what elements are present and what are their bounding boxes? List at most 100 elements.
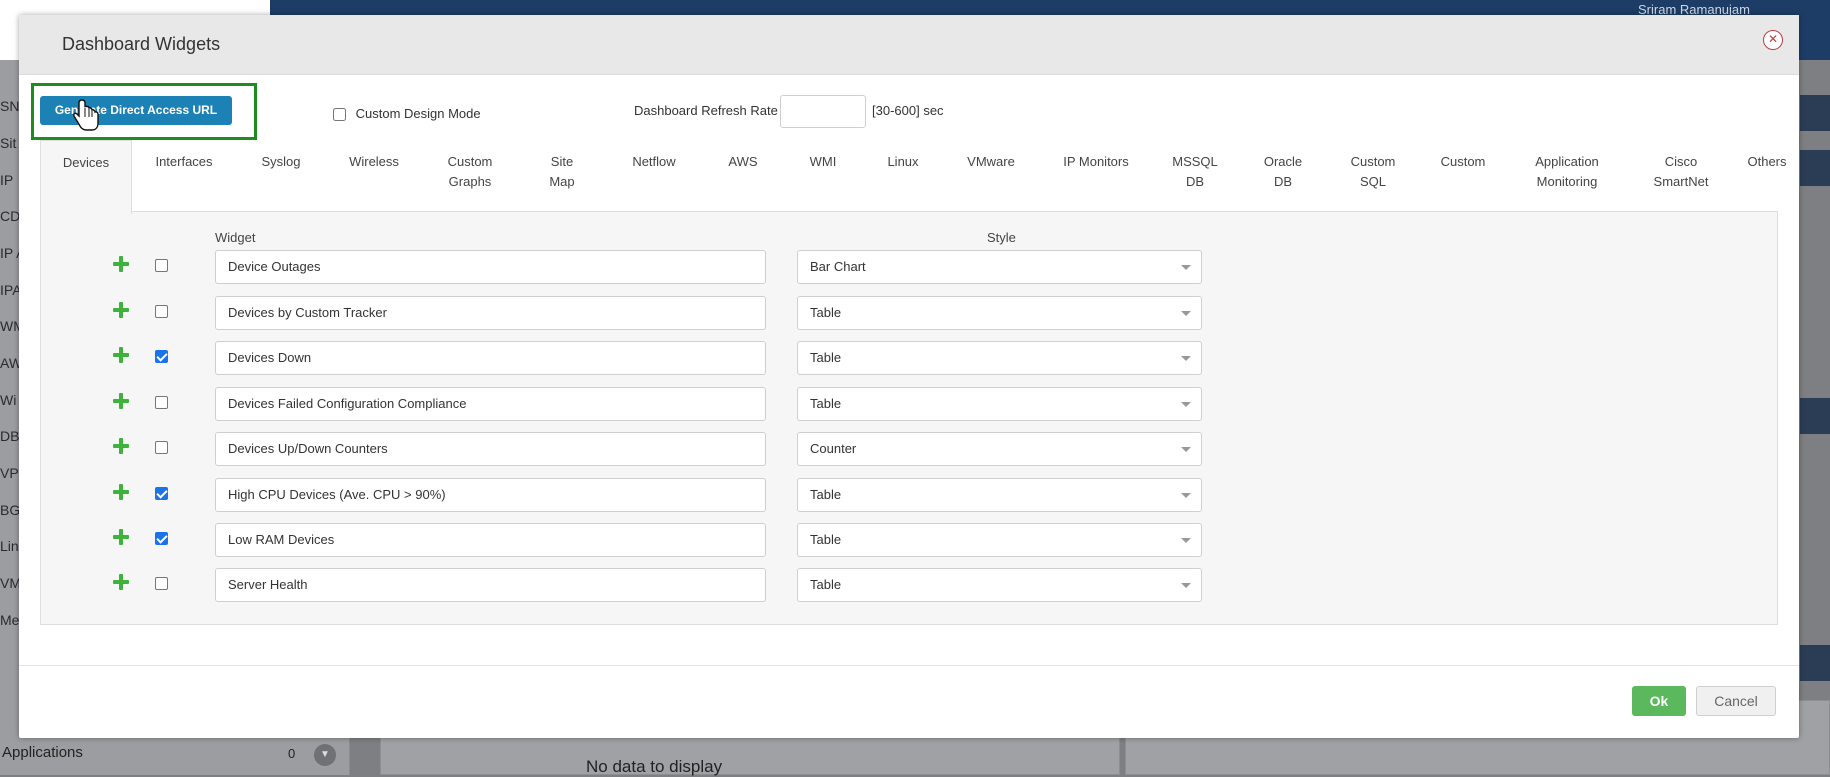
cancel-button[interactable]: Cancel <box>1696 686 1776 716</box>
widget-row: High CPU Devices (Ave. CPU > 90%) Table <box>41 478 1777 512</box>
widget-checkbox[interactable] <box>155 532 168 545</box>
generate-direct-access-url-button[interactable]: Generate Direct Access URL <box>40 96 232 125</box>
widget-style-select[interactable]: Table <box>797 341 1202 375</box>
widgets-panel: Widget Style Device Outages Bar Chart Devi… <box>40 211 1778 625</box>
sidebar-item: VM <box>0 575 21 591</box>
widget-row: Devices Failed Configuration Compliance T… <box>41 387 1777 421</box>
add-widget-icon[interactable] <box>113 302 129 318</box>
widget-row: Devices by Custom Tracker Table <box>41 296 1777 330</box>
chevron-down-icon <box>1181 538 1191 543</box>
sidebar-item: CD <box>0 208 21 224</box>
tab-custom-graphs[interactable]: Custom Graphs <box>422 140 518 212</box>
sidebar-item-applications: Applications 0 ▼ <box>0 740 340 770</box>
add-widget-icon[interactable] <box>113 393 129 409</box>
widget-column-header: Widget <box>215 230 256 245</box>
add-widget-icon[interactable] <box>113 529 129 545</box>
widget-style-select[interactable]: Table <box>797 387 1202 421</box>
widget-name-field[interactable]: Low RAM Devices <box>215 523 766 557</box>
widget-row: Devices Down Table <box>41 341 1777 375</box>
background-strip <box>1800 645 1830 681</box>
widget-style-select[interactable]: Table <box>797 478 1202 512</box>
custom-design-mode[interactable]: Custom Design Mode <box>329 105 481 124</box>
widget-style-select[interactable]: Table <box>797 523 1202 557</box>
widget-style-select[interactable]: Bar Chart <box>797 250 1202 284</box>
chevron-down-icon <box>1181 265 1191 270</box>
sidebar-item: SN <box>0 98 20 114</box>
background-strip <box>1800 398 1830 434</box>
widget-row: Low RAM Devices Table <box>41 523 1777 557</box>
applications-label: Applications <box>2 744 83 761</box>
widget-checkbox[interactable] <box>155 441 168 454</box>
tab-ip-monitors[interactable]: IP Monitors <box>1040 140 1152 212</box>
tab-others[interactable]: Others <box>1735 140 1799 212</box>
tab-aws[interactable]: AWS <box>703 140 783 212</box>
widget-name-field[interactable]: Devices Up/Down Counters <box>215 432 766 466</box>
tab-mssql-db[interactable]: MSSQL DB <box>1153 140 1237 212</box>
chevron-down-icon <box>1181 447 1191 452</box>
modal-header: Dashboard Widgets ✕ <box>19 15 1799 75</box>
sidebar-item: DB <box>0 428 20 444</box>
tab-site-map[interactable]: Site Map <box>519 140 605 212</box>
sidebar-item: Sit <box>0 135 17 151</box>
tab-interfaces[interactable]: Interfaces <box>134 140 234 212</box>
widget-checkbox[interactable] <box>155 487 168 500</box>
sidebar-item: IP <box>0 172 14 188</box>
widget-style-value: Table <box>810 305 842 320</box>
widget-style-select[interactable]: Table <box>797 568 1202 602</box>
widget-style-value: Table <box>810 350 842 365</box>
widget-style-value: Bar Chart <box>810 259 866 274</box>
widget-row: Device Outages Bar Chart <box>41 250 1777 284</box>
widget-checkbox[interactable] <box>155 305 168 318</box>
tab-application-monitoring[interactable]: Application Monitoring <box>1508 140 1626 212</box>
sidebar-item: BG <box>0 502 21 518</box>
add-widget-icon[interactable] <box>113 347 129 363</box>
widget-name-field[interactable]: Devices by Custom Tracker <box>215 296 766 330</box>
refresh-rate-hint: [30-600] sec <box>872 103 944 118</box>
close-icon[interactable]: ✕ <box>1763 30 1783 50</box>
tab-netflow[interactable]: Netflow <box>606 140 702 212</box>
tab-devices[interactable]: Devices <box>40 140 132 214</box>
widget-checkbox[interactable] <box>155 259 168 272</box>
widget-name-field[interactable]: Devices Failed Configuration Compliance <box>215 387 766 421</box>
widget-style-value: Table <box>810 487 842 502</box>
widget-checkbox[interactable] <box>155 396 168 409</box>
tab-syslog[interactable]: Syslog <box>236 140 326 212</box>
widget-name-field[interactable]: High CPU Devices (Ave. CPU > 90%) <box>215 478 766 512</box>
tab-vmware[interactable]: VMware <box>944 140 1038 212</box>
sidebar-item: Me <box>0 612 20 628</box>
custom-design-mode-label: Custom Design Mode <box>355 105 481 121</box>
tab-wireless[interactable]: Wireless <box>328 140 420 212</box>
widget-style-value: Table <box>810 577 842 592</box>
tab-custom[interactable]: Custom <box>1420 140 1506 212</box>
custom-design-mode-checkbox[interactable] <box>333 108 346 121</box>
chevron-down-icon <box>1181 493 1191 498</box>
chevron-down-icon <box>1181 583 1191 588</box>
widget-name-field[interactable]: Devices Down <box>215 341 766 375</box>
add-widget-icon[interactable] <box>113 484 129 500</box>
widget-style-value: Counter <box>810 441 857 456</box>
widget-tabs: Devices Interfaces Syslog Wireless Custom Gr… <box>40 140 1787 214</box>
tab-oracle-db[interactable]: Oracle DB <box>1240 140 1326 212</box>
widget-style-select[interactable]: Counter <box>797 432 1202 466</box>
tab-cisco-smartnet[interactable]: Cisco SmartNet <box>1628 140 1734 212</box>
widget-style-select[interactable]: Table <box>797 296 1202 330</box>
refresh-rate-input[interactable] <box>780 95 866 128</box>
add-widget-icon[interactable] <box>113 438 129 454</box>
tab-wmi[interactable]: WMI <box>784 140 862 212</box>
widget-name-field[interactable]: Device Outages <box>215 250 766 284</box>
no-data-text: No data to display <box>586 757 723 776</box>
widget-checkbox[interactable] <box>155 350 168 363</box>
chevron-down-icon <box>1181 311 1191 316</box>
tab-custom-sql[interactable]: Custom SQL <box>1328 140 1418 212</box>
chevron-down-icon: ▼ <box>314 744 336 766</box>
widget-checkbox[interactable] <box>155 577 168 590</box>
chevron-down-icon <box>1181 356 1191 361</box>
ok-button[interactable]: Ok <box>1632 686 1686 716</box>
chevron-down-icon <box>1181 402 1191 407</box>
dashboard-widgets-modal: Dashboard Widgets ✕ Generate Direct Acce… <box>19 15 1799 738</box>
add-widget-icon[interactable] <box>113 574 129 590</box>
sidebar-item: Wi <box>0 392 17 408</box>
tab-linux[interactable]: Linux <box>863 140 943 212</box>
widget-name-field[interactable]: Server Health <box>215 568 766 602</box>
add-widget-icon[interactable] <box>113 256 129 272</box>
